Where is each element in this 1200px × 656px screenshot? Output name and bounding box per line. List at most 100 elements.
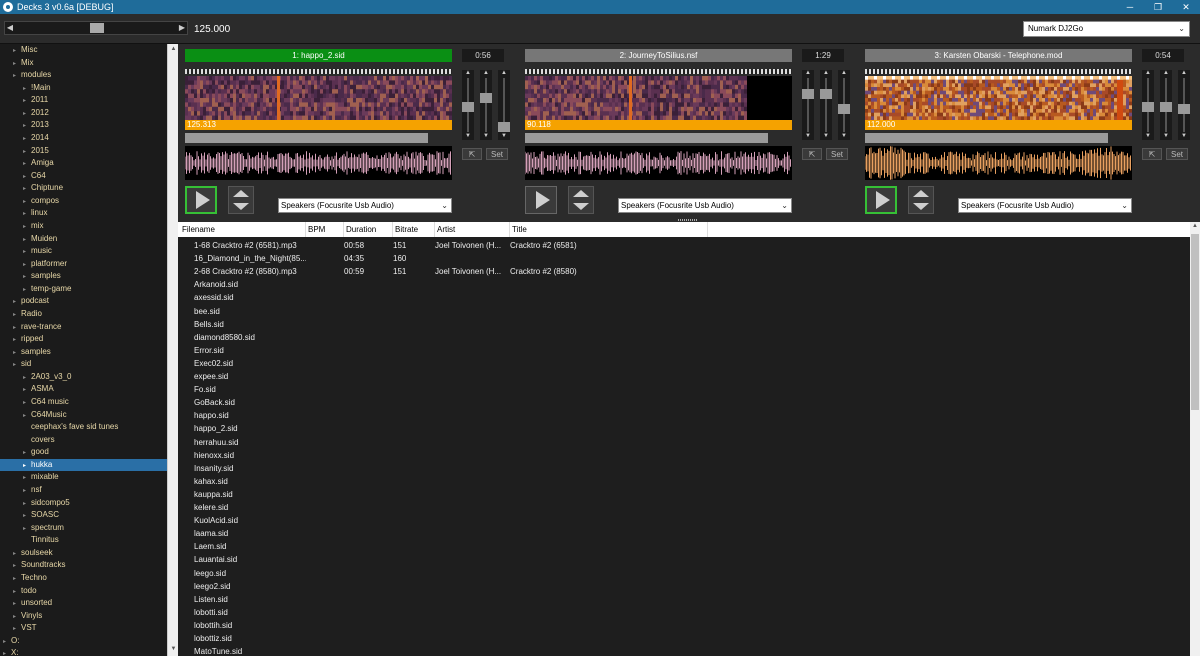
midi-device-select[interactable]: Numark DJ2Go ⌄ (1023, 21, 1190, 37)
tree-item[interactable]: ▸ 2014 (0, 132, 167, 144)
deck-slider[interactable]: ▲ ▼ (1178, 70, 1190, 140)
table-row[interactable]: axessid.sid (178, 291, 1190, 304)
slider-down-arrow-icon[interactable]: ▼ (820, 133, 832, 140)
crossfader-left-arrow-icon[interactable]: ◀ (5, 22, 15, 34)
tree-item[interactable]: ▸ soulseek (0, 547, 167, 559)
expand-arrow-icon[interactable]: ▸ (23, 133, 31, 145)
tree-item[interactable]: ▸ music (0, 245, 167, 257)
set-button[interactable]: Set (826, 148, 848, 160)
set-button[interactable]: Set (486, 148, 508, 160)
table-row[interactable]: MatoTune.sid (178, 645, 1190, 656)
crossfader-right-arrow-icon[interactable]: ▶ (177, 22, 187, 34)
tree-item[interactable]: ▸ Chiptune (0, 182, 167, 194)
expand-arrow-icon[interactable]: ▸ (23, 460, 31, 472)
table-row[interactable]: happo.sid (178, 409, 1190, 422)
expand-arrow-icon[interactable]: ▸ (13, 45, 21, 57)
expand-arrow-icon[interactable]: ▸ (13, 359, 21, 371)
table-row[interactable]: laama.sid (178, 527, 1190, 540)
expand-arrow-icon[interactable]: ▸ (23, 384, 31, 396)
column-header[interactable]: Bitrate (391, 222, 435, 237)
expand-arrow-icon[interactable]: ▸ (3, 648, 11, 656)
tree-item[interactable]: ▸ temp-game (0, 283, 167, 295)
slider-knob[interactable] (1178, 104, 1190, 115)
file-list-scrollbar[interactable]: ▲ (1190, 222, 1200, 656)
tree-item[interactable]: ▸ X: (0, 647, 167, 656)
tree-item[interactable]: ▸ unsorted (0, 597, 167, 609)
slider-up-arrow-icon[interactable]: ▲ (1142, 70, 1154, 77)
slider-down-arrow-icon[interactable]: ▼ (1142, 133, 1154, 140)
table-row[interactable]: Exec02.sid (178, 357, 1190, 370)
tree-item[interactable]: ▸ Mix (0, 57, 167, 69)
tree-item[interactable]: ▸ nsf (0, 484, 167, 496)
play-button[interactable] (865, 186, 897, 214)
tree-item[interactable]: Tinnitus (0, 534, 167, 546)
maximize-button[interactable]: ❐ (1144, 0, 1172, 14)
tree-item[interactable]: ▸ C64 (0, 170, 167, 182)
expand-arrow-icon[interactable]: ▸ (23, 183, 31, 195)
expand-arrow-icon[interactable]: ▸ (13, 598, 21, 610)
expand-arrow-icon[interactable]: ▸ (23, 171, 31, 183)
tree-item[interactable]: ▸ ripped (0, 333, 167, 345)
table-row[interactable]: Arkanoid.sid (178, 278, 1190, 291)
tree-item[interactable]: ▸ compos (0, 195, 167, 207)
table-row[interactable]: kauppa.sid (178, 488, 1190, 501)
pitch-bar[interactable] (865, 133, 1108, 143)
slider-up-arrow-icon[interactable]: ▲ (462, 70, 474, 77)
table-row[interactable]: diamond8580.sid (178, 331, 1190, 344)
expand-arrow-icon[interactable]: ▸ (13, 586, 21, 598)
expand-arrow-icon[interactable]: ▸ (23, 221, 31, 233)
tree-item[interactable]: ▸ platformer (0, 258, 167, 270)
deck-slider[interactable]: ▲ ▼ (480, 70, 492, 140)
deck-slider[interactable]: ▲ ▼ (462, 70, 474, 140)
expand-arrow-icon[interactable]: ▸ (23, 120, 31, 132)
expand-arrow-icon[interactable]: ▸ (13, 573, 21, 585)
table-row[interactable]: Laem.sid (178, 540, 1190, 553)
audio-output-select[interactable]: Speakers (Focusrite Usb Audio) ⌄ (618, 198, 792, 213)
tree-item[interactable]: ▸ VST (0, 622, 167, 634)
table-row[interactable]: 2-68 Cracktro #2 (8580).mp3 00:59 151 Joel … (178, 265, 1190, 278)
expand-arrow-icon[interactable]: ▸ (13, 334, 21, 346)
tree-item[interactable]: ▸ linux (0, 207, 167, 219)
expand-arrow-icon[interactable]: ▸ (23, 158, 31, 170)
expand-arrow-icon[interactable]: ▸ (23, 510, 31, 522)
crossfader-thumb[interactable] (90, 23, 104, 33)
scroll-up-icon[interactable]: ▲ (1190, 223, 1200, 231)
expand-arrow-icon[interactable]: ▸ (13, 347, 21, 359)
table-row[interactable]: happo_2.sid (178, 422, 1190, 435)
tree-item[interactable]: ▸ Muiden (0, 233, 167, 245)
slider-up-arrow-icon[interactable]: ▲ (480, 70, 492, 77)
table-row[interactable]: Insanity.sid (178, 462, 1190, 475)
table-row[interactable]: Error.sid (178, 344, 1190, 357)
slider-down-arrow-icon[interactable]: ▼ (1178, 133, 1190, 140)
expand-arrow-icon[interactable]: ▸ (23, 397, 31, 409)
table-row[interactable]: kelere.sid (178, 501, 1190, 514)
expand-arrow-icon[interactable]: ▸ (13, 322, 21, 334)
expand-arrow-icon[interactable]: ▸ (3, 636, 11, 648)
waveform[interactable] (185, 146, 452, 180)
table-row[interactable]: herrahuu.sid (178, 436, 1190, 449)
tree-item[interactable]: ▸ Radio (0, 308, 167, 320)
pitch-bar[interactable] (525, 133, 768, 143)
slider-up-arrow-icon[interactable]: ▲ (820, 70, 832, 77)
expand-arrow-icon[interactable]: ▸ (13, 70, 21, 82)
slider-knob[interactable] (820, 89, 832, 99)
tree-item[interactable]: ▸ rave-trance (0, 321, 167, 333)
expand-arrow-icon[interactable]: ▸ (23, 447, 31, 459)
tree-item[interactable]: ▸ 2015 (0, 145, 167, 157)
deck-slider[interactable]: ▲ ▼ (838, 70, 850, 140)
tree-item[interactable]: ▸ Misc (0, 44, 167, 56)
column-header[interactable]: Artist (433, 222, 510, 237)
slider-down-arrow-icon[interactable]: ▼ (480, 133, 492, 140)
tree-item[interactable]: ▸ spectrum (0, 522, 167, 534)
waveform[interactable] (865, 146, 1132, 180)
expand-arrow-icon[interactable]: ▸ (23, 246, 31, 258)
set-button[interactable]: Set (1166, 148, 1188, 160)
column-header[interactable]: Title (508, 222, 708, 237)
deck-slider[interactable]: ▲ ▼ (820, 70, 832, 140)
slider-up-arrow-icon[interactable]: ▲ (1178, 70, 1190, 77)
table-row[interactable]: Lauantai.sid (178, 553, 1190, 566)
slider-down-arrow-icon[interactable]: ▼ (498, 133, 510, 140)
play-button[interactable] (185, 186, 217, 214)
table-row[interactable]: GoBack.sid (178, 396, 1190, 409)
tree-item[interactable]: ▸ mix (0, 220, 167, 232)
